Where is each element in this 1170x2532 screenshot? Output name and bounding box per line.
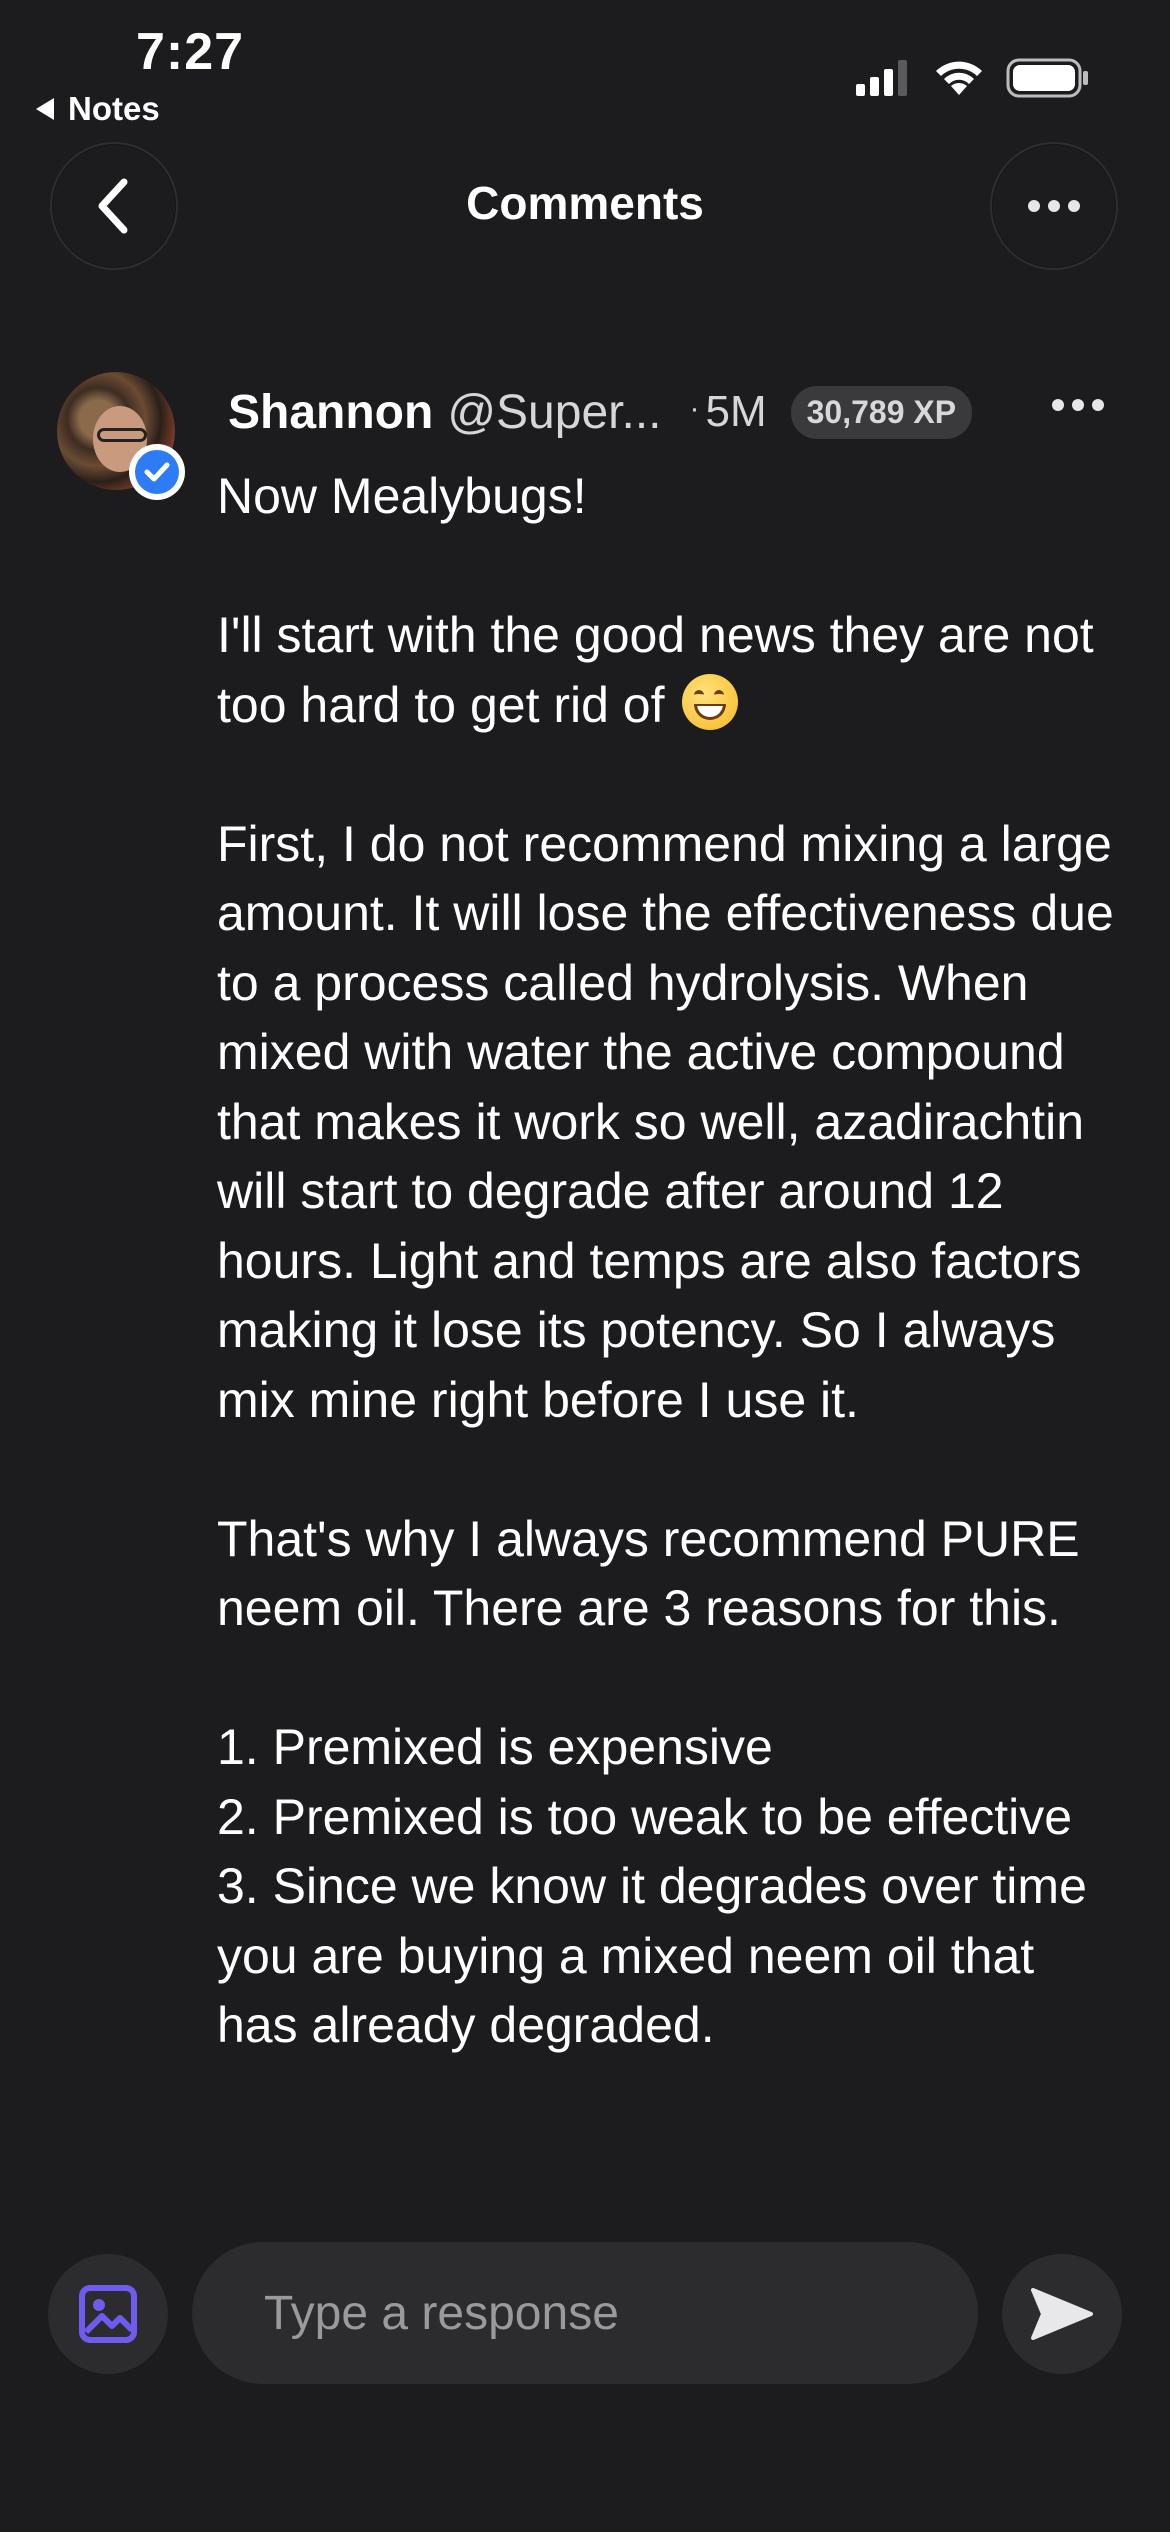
back-to-app-link[interactable]: Notes — [36, 90, 160, 128]
status-time: 7:27 — [136, 23, 245, 81]
comment-header: Shannon @Super... · 5M 30,789 XP — [228, 382, 973, 442]
avatar[interactable] — [57, 372, 185, 500]
comment-paragraph: That's why I always recommend PURE neem … — [217, 1510, 1080, 1637]
verified-badge-icon — [129, 444, 185, 500]
post-time: · 5M — [689, 387, 766, 437]
grinning-emoji-icon — [682, 673, 739, 730]
send-button[interactable] — [1002, 2254, 1122, 2374]
comment-paragraph: I'll start with the good news they are n… — [217, 601, 1117, 740]
image-icon — [79, 2285, 137, 2343]
comment-paragraph-text: I'll start with the good news they are n… — [217, 607, 1094, 733]
time-separator: · — [689, 392, 700, 425]
back-to-app-label: Notes — [68, 90, 160, 127]
back-triangle-icon — [36, 98, 54, 120]
post-time-value: 5M — [705, 387, 767, 436]
author-name[interactable]: Shannon — [228, 385, 433, 440]
attach-image-button[interactable] — [48, 2254, 168, 2374]
xp-badge: 30,789 XP — [790, 385, 973, 439]
response-input[interactable] — [192, 2242, 978, 2384]
comment-paragraph: Now Mealybugs! — [217, 468, 587, 524]
author-handle[interactable]: @Super... — [447, 385, 661, 440]
battery-icon — [1006, 58, 1088, 98]
list-item: 3. Since we know it degrades over time y… — [217, 1858, 1087, 2053]
signal-icon — [856, 60, 907, 96]
list-item: 2. Premixed is too weak to be effective — [217, 1788, 1073, 1845]
send-icon — [1031, 2288, 1093, 2340]
comment-more-button[interactable] — [1052, 385, 1104, 425]
more-options-button[interactable] — [990, 142, 1118, 270]
comment-paragraph: First, I do not recommend mixing a large… — [217, 815, 1114, 1428]
wifi-icon — [936, 61, 982, 95]
status-icons — [856, 58, 1090, 98]
list-item: 1. Premixed is expensive — [217, 1719, 773, 1775]
more-icon — [1028, 200, 1080, 212]
comment-body: Now Mealybugs! I'll start with the good … — [217, 462, 1117, 2061]
